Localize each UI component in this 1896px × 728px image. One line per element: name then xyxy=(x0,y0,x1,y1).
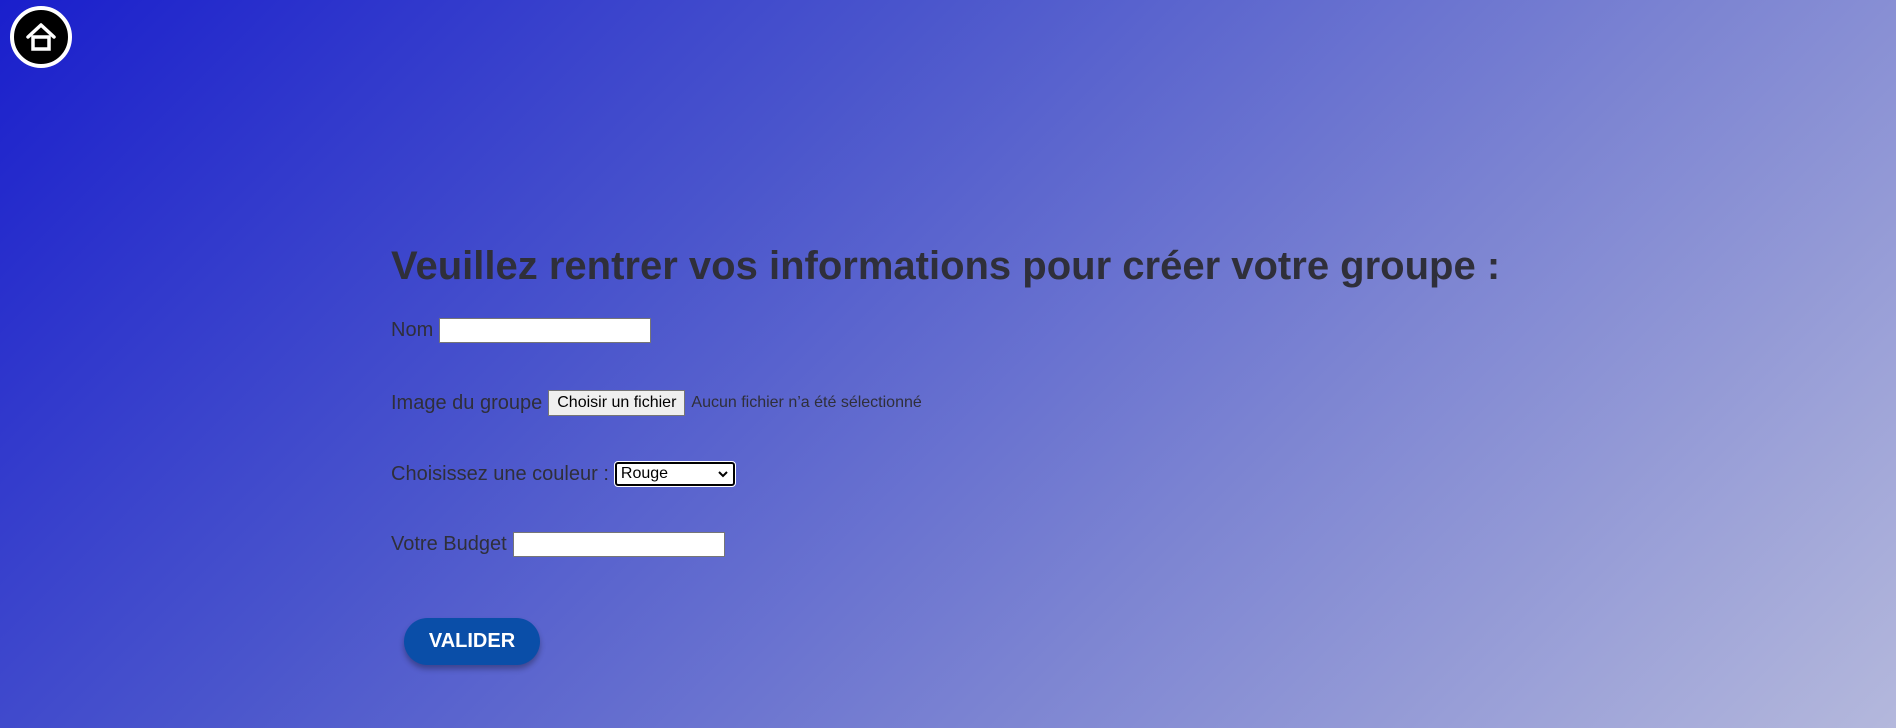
group-form: Veuillez rentrer vos informations pour c… xyxy=(391,240,1591,665)
page-title: Veuillez rentrer vos informations pour c… xyxy=(391,244,1501,288)
nom-label: Nom xyxy=(391,319,434,341)
couleur-selected-value: Rouge xyxy=(620,465,669,482)
choose-file-button[interactable]: Choisir un fichier xyxy=(548,390,686,416)
couleur-row: Choisissez une couleur : Rouge xyxy=(391,461,736,487)
image-label: Image du groupe xyxy=(391,391,543,414)
couleur-label: Choisissez une couleur : xyxy=(391,462,609,485)
chevron-down-icon xyxy=(718,471,728,478)
home-icon xyxy=(26,23,56,51)
nom-row: Nom xyxy=(391,318,652,343)
budget-row: Votre Budget xyxy=(391,532,725,557)
home-button[interactable] xyxy=(10,6,72,68)
image-row: Image du groupe Choisir un fichier Aucun… xyxy=(391,390,922,416)
couleur-select[interactable]: Rouge xyxy=(613,461,736,487)
submit-button[interactable]: VALIDER xyxy=(404,618,540,665)
file-status: Aucun fichier n’a été sélectionné xyxy=(691,394,922,411)
budget-input[interactable] xyxy=(512,532,725,557)
budget-label: Votre Budget xyxy=(391,533,507,555)
nom-input[interactable] xyxy=(439,318,652,343)
